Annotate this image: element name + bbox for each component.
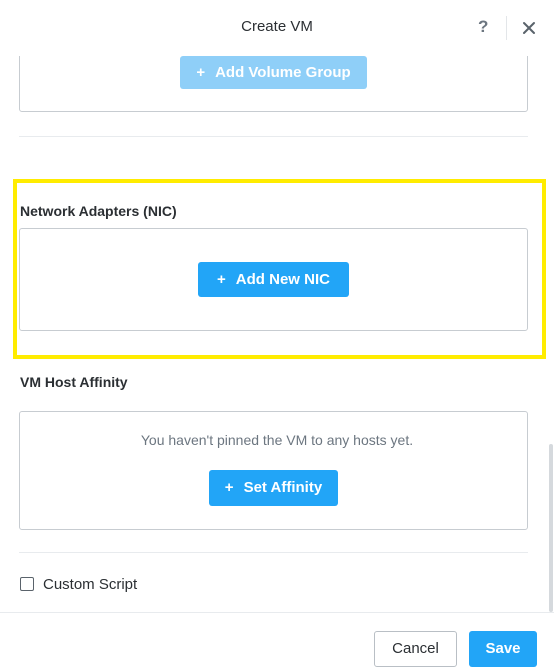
plus-icon: + (224, 479, 234, 496)
set-affinity-button[interactable]: + Set Affinity (209, 470, 338, 506)
network-adapters-label: Network Adapters (NIC) (20, 203, 177, 219)
scrollbar[interactable] (549, 444, 553, 612)
header-divider (506, 16, 507, 40)
set-affinity-label: Set Affinity (243, 479, 323, 496)
add-new-nic-label: Add New NIC (235, 271, 330, 288)
add-volume-group-button[interactable]: + Add Volume Group (180, 56, 367, 89)
section-divider (19, 136, 528, 137)
save-button[interactable]: Save (469, 631, 537, 667)
dialog-title: Create VM (241, 18, 313, 35)
vm-host-affinity-label: VM Host Affinity (20, 374, 128, 390)
cancel-button[interactable]: Cancel (374, 631, 457, 667)
question-mark-icon[interactable]: ? (478, 17, 488, 37)
create-vm-dialog: Create VM ? + Add Volume Group Network Ad… (0, 0, 554, 670)
plus-icon: + (196, 64, 206, 81)
plus-icon: + (217, 271, 226, 288)
dialog-header: Create VM ? (0, 0, 554, 56)
close-icon[interactable] (521, 20, 537, 36)
custom-script-label[interactable]: Custom Script (43, 576, 137, 593)
custom-script-checkbox[interactable] (20, 577, 34, 591)
dialog-footer: Cancel Save (0, 612, 554, 670)
section-divider (19, 552, 528, 553)
dialog-body[interactable]: + Add Volume Group Network Adapters (NIC)… (0, 56, 554, 612)
add-new-nic-button[interactable]: + Add New NIC (198, 262, 349, 297)
affinity-empty-message: You haven't pinned the VM to any hosts y… (140, 432, 414, 448)
add-volume-group-label: Add Volume Group (215, 64, 351, 81)
